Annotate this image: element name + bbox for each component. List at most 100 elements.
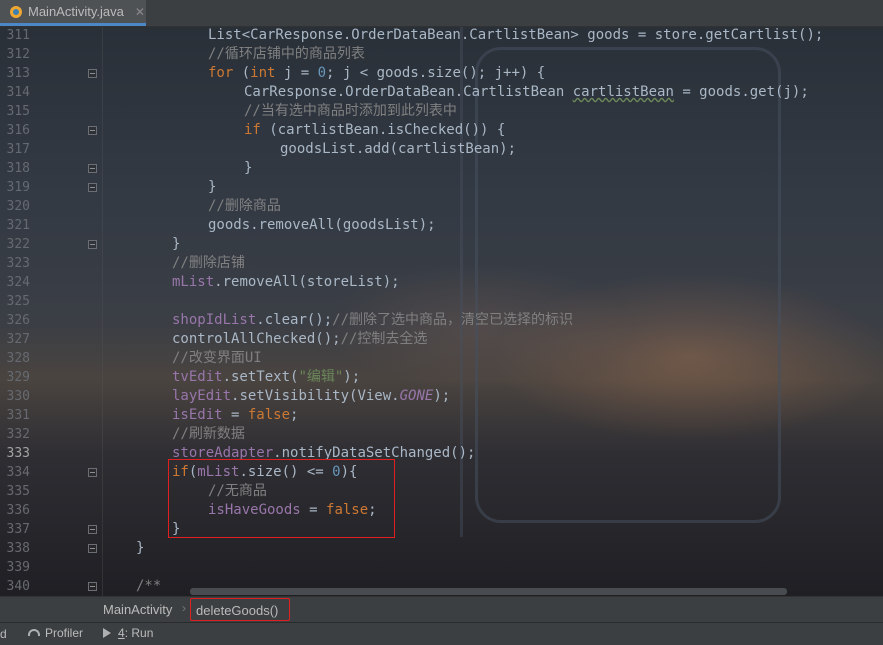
line-number[interactable]: 332 [0,425,30,444]
tab-main-activity[interactable]: MainActivity.java ✕ [0,0,146,26]
code-token: storeAdapter [172,445,274,461]
breadcrumb-method[interactable]: deleteGoods() [190,598,290,621]
code-token: goodsList.add(cartlistBean); [280,141,517,157]
line-number[interactable]: 326 [0,311,30,330]
line-number[interactable]: 319 [0,178,30,197]
code-line[interactable]: } [172,235,180,254]
line-number[interactable]: 333 [0,444,30,463]
line-number[interactable]: 311 [0,27,30,45]
code-token: GONE [399,388,434,404]
line-number[interactable]: 337 [0,520,30,539]
code-token: //删除店铺 [172,255,245,271]
fold-toggle-icon[interactable] [88,69,97,78]
code-line[interactable]: } [172,520,180,539]
code-line[interactable]: } [244,159,252,178]
fold-toggle-icon[interactable] [88,240,97,249]
code-token: } [172,521,181,537]
line-number[interactable]: 320 [0,197,30,216]
code-token: .clear(); [256,312,333,328]
line-number[interactable]: 330 [0,387,30,406]
line-number[interactable]: 335 [0,482,30,501]
code-token: if [244,122,261,138]
fold-toggle-icon[interactable] [88,468,97,477]
code-line[interactable]: for (int j = 0; j < goods.size(); j++) { [208,64,545,83]
code-line[interactable]: controlAllChecked();//控制去全选 [172,330,427,349]
fold-toggle-icon[interactable] [88,126,97,135]
code-token: ; [290,407,299,423]
code-token: = [300,502,327,518]
code-line[interactable]: } [208,178,216,197]
code-line[interactable]: layEdit.setVisibility(View.GONE); [172,387,450,406]
fold-toggle-icon[interactable] [88,582,97,591]
code-token: if [172,464,189,480]
line-number[interactable]: 315 [0,102,30,121]
line-number[interactable]: 331 [0,406,30,425]
fold-toggle-icon[interactable] [88,183,97,192]
code-line[interactable]: //删除商品 [208,197,281,216]
code-token: } [172,236,181,252]
breadcrumb-class[interactable]: MainActivity [103,602,172,617]
code-line[interactable]: //当有选中商品时添加到此列表中 [244,102,457,121]
code-line[interactable]: List<CarResponse.OrderDataBean.CartlistB… [208,27,823,45]
code-token: //无商品 [208,483,267,499]
line-number[interactable]: 340 [0,577,30,596]
line-number[interactable]: 313 [0,64,30,83]
code-line[interactable]: isHaveGoods = false; [208,501,377,520]
code-line[interactable]: /** [136,577,161,596]
code-line[interactable]: //循环店铺中的商品列表 [208,45,365,64]
code-line[interactable]: storeAdapter.notifyDataSetChanged(); [172,444,475,463]
line-number[interactable]: 328 [0,349,30,368]
profiler-gauge-icon [28,628,40,636]
code-line[interactable]: //无商品 [208,482,267,501]
code-token: mList [197,464,240,480]
line-number[interactable]: 339 [0,558,30,577]
code-line[interactable]: goodsList.add(cartlistBean); [280,140,516,159]
line-number[interactable]: 323 [0,254,30,273]
line-number[interactable]: 327 [0,330,30,349]
code-token: /** [136,578,162,594]
run-play-icon [103,628,111,638]
line-number[interactable]: 338 [0,539,30,558]
run-tool-button[interactable]: 4: Run [103,626,153,640]
line-number[interactable]: 325 [0,292,30,311]
code-token: //删除了选中商品，清空已选择的标识 [332,312,574,328]
line-number[interactable]: 321 [0,216,30,235]
code-line[interactable]: mList.removeAll(storeList); [172,273,400,292]
tool-window-partial-label[interactable]: d [0,627,7,641]
code-line[interactable]: tvEdit.setText("编辑"); [172,368,360,387]
close-icon[interactable]: ✕ [135,5,145,19]
code-token: ; j < goods.size(); j++) { [326,65,546,81]
code-line[interactable]: } [136,539,144,558]
fold-toggle-icon[interactable] [88,544,97,553]
code-token: } [244,160,253,176]
line-number[interactable]: 336 [0,501,30,520]
code-token: ){ [340,464,358,480]
line-number[interactable]: 318 [0,159,30,178]
code-line[interactable]: if (cartlistBean.isChecked()) { [244,121,505,140]
code-line[interactable]: //改变界面UI [172,349,262,368]
horizontal-scrollbar[interactable] [190,588,787,595]
line-number[interactable]: 324 [0,273,30,292]
code-token: goods.removeAll(goodsList); [208,217,436,233]
profiler-tool-button[interactable]: Profiler [28,626,83,640]
code-line[interactable]: CarResponse.OrderDataBean.CartlistBean c… [244,83,809,102]
line-number[interactable]: 316 [0,121,30,140]
code-token: .notifyDataSetChanged(); [273,445,476,461]
fold-toggle-icon[interactable] [88,164,97,173]
line-number[interactable]: 322 [0,235,30,254]
code-line[interactable]: //刷新数据 [172,425,245,444]
code-line[interactable]: shopIdList.clear();//删除了选中商品，清空已选择的标识 [172,311,573,330]
code-line[interactable]: goods.removeAll(goodsList); [208,216,436,235]
line-number[interactable]: 312 [0,45,30,64]
code-token: ); [433,388,451,404]
code-line[interactable]: if(mList.size() <= 0){ [172,463,357,482]
line-number[interactable]: 317 [0,140,30,159]
code-line[interactable]: //删除店铺 [172,254,245,273]
line-number[interactable]: 314 [0,83,30,102]
fold-toggle-icon[interactable] [88,525,97,534]
line-number[interactable]: 329 [0,368,30,387]
code-editor[interactable]: 311 List<CarResponse.OrderDataBean.Cartli… [0,27,883,596]
line-number[interactable]: 334 [0,463,30,482]
code-line[interactable]: isEdit = false; [172,406,298,425]
tool-window-bar: d Profiler 4: Run [0,622,883,645]
